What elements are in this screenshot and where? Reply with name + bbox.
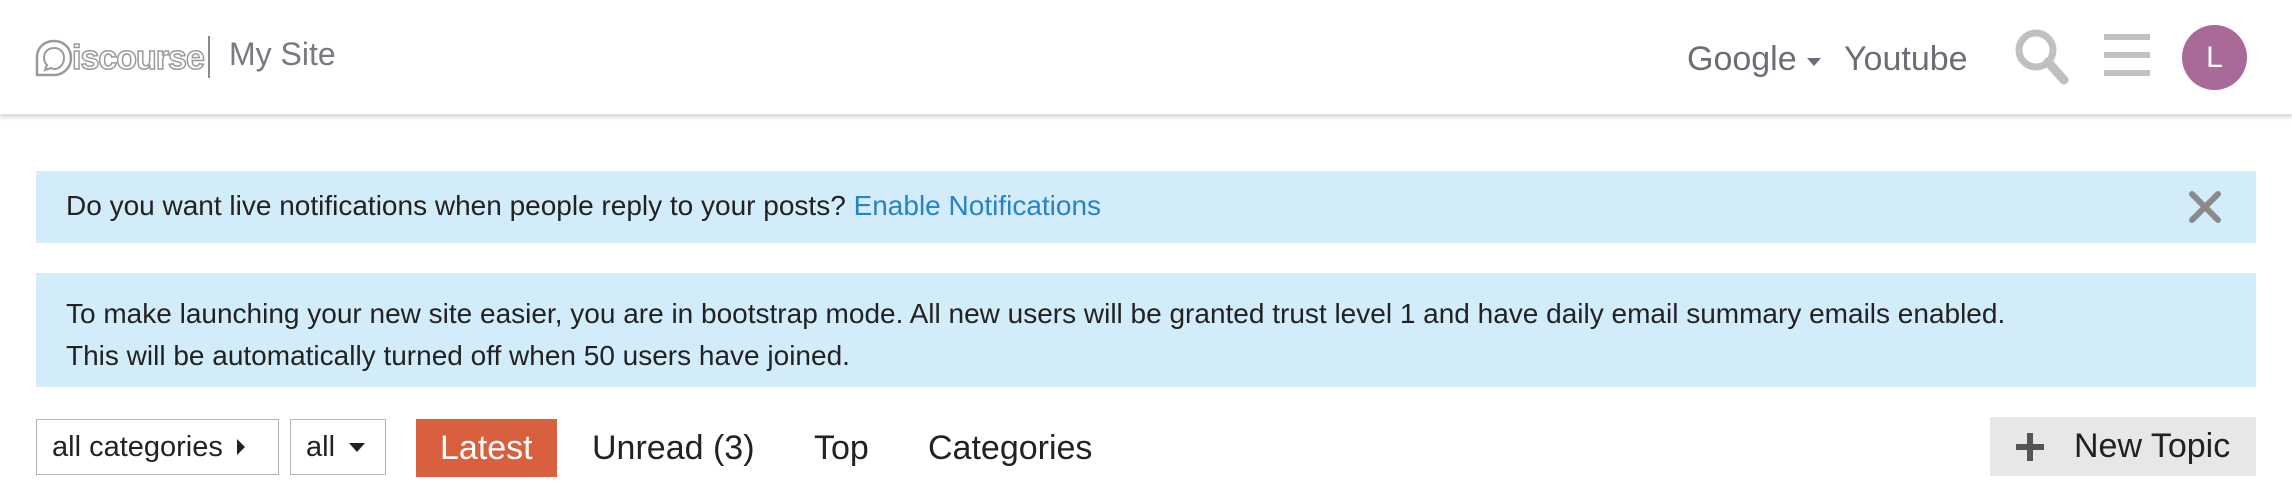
enable-notifications-link[interactable]: Enable Notifications [854, 190, 1101, 221]
hamburger-menu-icon[interactable] [2104, 32, 2152, 80]
nav-link-google[interactable]: Google [1687, 40, 1821, 79]
tab-top-label: Top [814, 428, 869, 467]
new-topic-button[interactable]: New Topic [1990, 417, 2256, 476]
header-divider [208, 36, 210, 78]
search-icon[interactable] [2014, 26, 2070, 86]
nav-link-youtube[interactable]: Youtube [1844, 40, 1968, 79]
notifications-banner: Do you want live notifications when peop… [36, 171, 2256, 243]
tab-latest[interactable]: Latest [416, 419, 557, 477]
tab-categories-label: Categories [928, 428, 1093, 467]
tab-top[interactable]: Top [814, 419, 869, 477]
chevron-down-icon [1806, 57, 1821, 66]
site-title[interactable]: My Site [229, 36, 336, 73]
tab-unread[interactable]: Unread (3) [592, 419, 755, 477]
caret-right-icon [236, 439, 245, 455]
logo-wordmark: iscourse [71, 38, 205, 78]
user-avatar[interactable]: L [2182, 25, 2247, 90]
close-icon[interactable] [2188, 190, 2222, 224]
category-filter-label: all categories [52, 430, 223, 463]
site-header: iscourse My Site Google Youtube L [0, 0, 2292, 115]
discourse-logo-icon [35, 39, 73, 77]
bootstrap-banner-line-2: This will be automatically turned off wh… [66, 340, 850, 371]
category-filter-dropdown[interactable]: all categories [36, 419, 279, 475]
new-topic-label: New Topic [2074, 427, 2231, 465]
notifications-banner-text: Do you want live notifications when peop… [66, 190, 846, 221]
tab-latest-label: Latest [440, 428, 533, 467]
discourse-logo[interactable]: iscourse [34, 36, 206, 80]
tag-filter-dropdown[interactable]: all [290, 419, 386, 475]
tag-filter-label: all [306, 430, 336, 463]
bootstrap-mode-banner: To make launching your new site easier, … [36, 273, 2256, 387]
nav-link-google-label: Google [1687, 40, 1797, 78]
tab-unread-label: Unread (3) [592, 428, 755, 467]
plus-icon [2016, 432, 2044, 461]
caret-down-icon [349, 442, 366, 452]
bootstrap-banner-line-1: To make launching your new site easier, … [66, 298, 2006, 329]
tab-categories[interactable]: Categories [928, 419, 1092, 477]
nav-link-youtube-label: Youtube [1844, 40, 1968, 78]
